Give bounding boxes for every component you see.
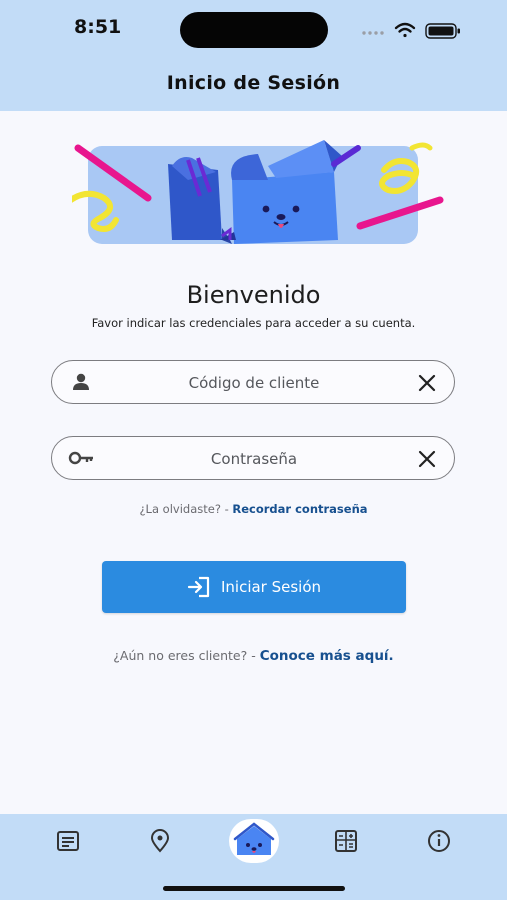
login-icon bbox=[187, 576, 210, 598]
home-indicator bbox=[163, 886, 345, 891]
signup-row: ¿Aún no eres cliente? - Conoce más aquí. bbox=[0, 648, 507, 664]
dynamic-island bbox=[180, 12, 328, 48]
clear-icon[interactable] bbox=[418, 374, 436, 392]
home-mascot-icon bbox=[233, 822, 275, 855]
remember-password-link[interactable]: Recordar contraseña bbox=[232, 502, 367, 516]
wifi-icon bbox=[394, 22, 416, 38]
client-code-input[interactable] bbox=[102, 361, 406, 405]
home-mascot-button[interactable] bbox=[229, 819, 279, 863]
password-field[interactable] bbox=[51, 436, 455, 481]
password-input[interactable] bbox=[102, 437, 406, 481]
bottom-nav bbox=[0, 814, 507, 900]
login-button-label: Iniciar Sesión bbox=[220, 578, 322, 596]
login-button[interactable]: Iniciar Sesión bbox=[102, 561, 406, 613]
learn-more-link[interactable]: Conoce más aquí. bbox=[260, 648, 394, 664]
info-icon[interactable] bbox=[426, 828, 452, 854]
forgot-password-row: ¿La olvidaste? - Recordar contraseña bbox=[0, 502, 507, 516]
status-time: 8:51 bbox=[74, 16, 122, 38]
document-icon[interactable] bbox=[55, 828, 81, 854]
calculator-icon[interactable] bbox=[333, 828, 359, 854]
client-code-field[interactable] bbox=[51, 360, 455, 405]
cellular-signal-icon bbox=[362, 31, 384, 35]
key-icon bbox=[68, 451, 93, 465]
status-icons bbox=[362, 22, 460, 39]
person-icon bbox=[73, 373, 89, 390]
top-header: 8:51 Inicio de Sesión bbox=[0, 0, 507, 111]
clear-icon[interactable] bbox=[418, 450, 436, 468]
welcome-title: Bienvenido bbox=[186, 281, 321, 309]
battery-icon bbox=[425, 23, 460, 39]
mascot-illustration bbox=[72, 140, 444, 244]
page-title: Inicio de Sesión bbox=[166, 72, 341, 94]
location-pin-icon[interactable] bbox=[147, 828, 173, 854]
signup-prompt: ¿Aún no eres cliente? - bbox=[113, 648, 260, 663]
welcome-subtitle: Favor indicar las credenciales para acce… bbox=[91, 316, 416, 330]
forgot-password-prompt: ¿La olvidaste? - bbox=[139, 502, 233, 516]
